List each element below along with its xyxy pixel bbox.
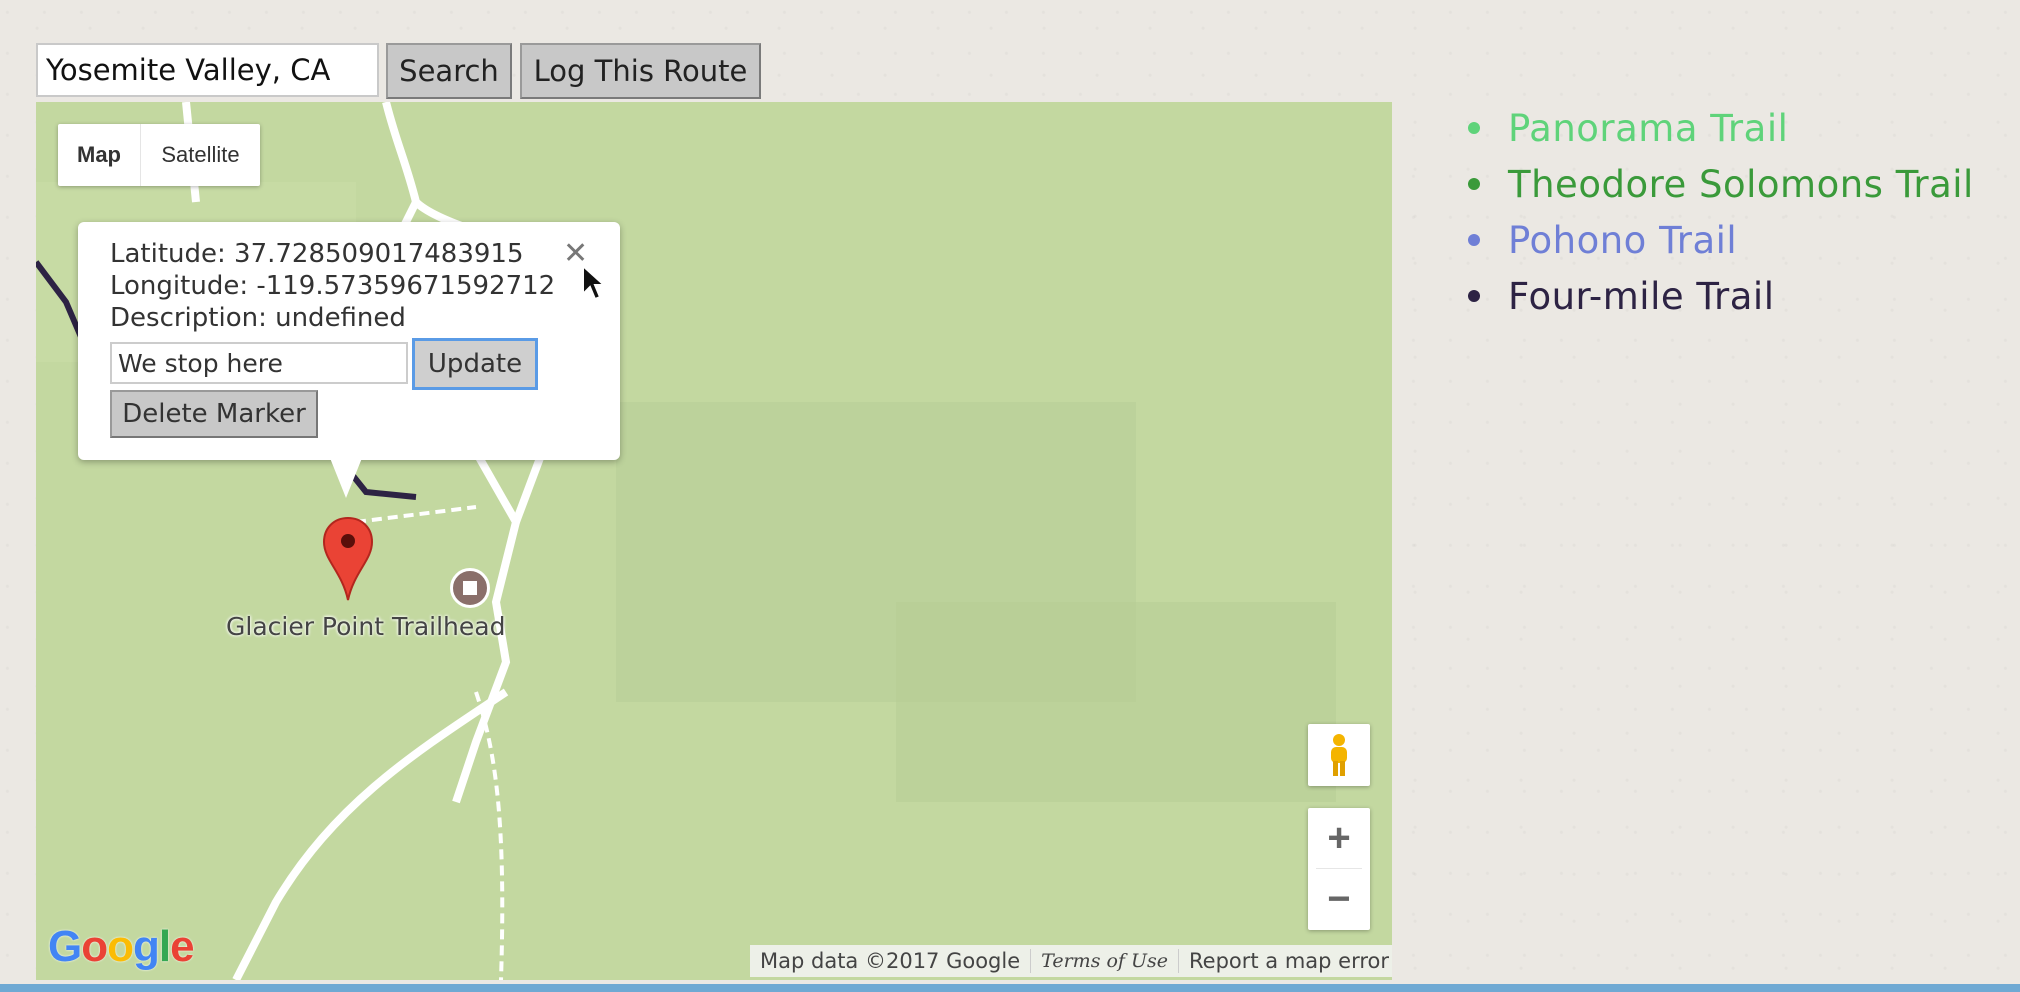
trail-item-panorama[interactable]: Panorama Trail: [1468, 100, 1974, 156]
marker-description-input[interactable]: We stop here: [110, 342, 408, 384]
delete-marker-button[interactable]: Delete Marker: [110, 390, 318, 438]
map-type-map-button[interactable]: Map: [58, 124, 140, 186]
description-text: Description: undefined: [110, 303, 406, 333]
longitude-text: Longitude: -119.57359671592712: [110, 271, 556, 301]
latitude-text: Latitude: 37.728509017483915: [110, 239, 524, 269]
map-type-control: Map Satellite: [58, 124, 260, 186]
logo-letter: e: [170, 922, 195, 971]
poi-label: Glacier Point Trailhead: [226, 612, 506, 641]
trail-name: Theodore Solomons Trail: [1508, 162, 1974, 206]
street-view-pegman-icon[interactable]: [1308, 724, 1370, 786]
report-map-error-link[interactable]: Report a map error: [1179, 945, 1392, 977]
trail-item-theodore-solomons[interactable]: Theodore Solomons Trail: [1468, 156, 1974, 212]
logo-letter: o: [107, 922, 134, 971]
search-button[interactable]: Search: [386, 43, 512, 99]
logo-letter: G: [48, 922, 82, 971]
map-type-satellite-button[interactable]: Satellite: [140, 124, 260, 186]
trail-list: Panorama Trail Theodore Solomons Trail P…: [1468, 100, 1974, 324]
trailhead-poi-icon[interactable]: [450, 568, 490, 608]
trail-item-pohono[interactable]: Pohono Trail: [1468, 212, 1974, 268]
trail-name: Four-mile Trail: [1508, 274, 1775, 318]
logo-letter: o: [81, 922, 108, 971]
map-data-text: Map data ©2017 Google: [760, 949, 1021, 973]
window-bottom-edge: [0, 984, 2020, 992]
bullet-icon: [1468, 290, 1480, 302]
terms-of-use-link[interactable]: Terms of Use: [1031, 945, 1178, 977]
map[interactable]: Map Satellite Latitude: 37.7285090174839…: [36, 102, 1392, 980]
mouse-cursor-icon: [582, 264, 607, 301]
bullet-icon: [1468, 178, 1480, 190]
search-input[interactable]: Yosemite Valley, CA: [36, 43, 379, 97]
bullet-icon: [1468, 234, 1480, 246]
zoom-control: + −: [1308, 808, 1370, 930]
pegman-icon: [1331, 734, 1347, 776]
map-attribution: Map data ©2017 Google Terms of Use Repor…: [750, 945, 1392, 977]
google-logo[interactable]: Google: [48, 922, 195, 972]
trail-name: Panorama Trail: [1508, 106, 1789, 150]
info-window-pointer: [330, 458, 362, 498]
update-button[interactable]: Update: [412, 338, 538, 390]
logo-letter: l: [158, 922, 171, 971]
bullet-icon: [1468, 122, 1480, 134]
zoom-out-button[interactable]: −: [1308, 869, 1370, 929]
trail-name: Pohono Trail: [1508, 218, 1738, 262]
trail-item-four-mile[interactable]: Four-mile Trail: [1468, 268, 1974, 324]
log-route-button[interactable]: Log This Route: [520, 43, 761, 99]
marker-info-window: Latitude: 37.728509017483915 Longitude: …: [78, 222, 620, 498]
zoom-in-button[interactable]: +: [1308, 808, 1370, 868]
map-marker-icon[interactable]: [322, 516, 374, 602]
logo-letter: g: [133, 922, 160, 971]
